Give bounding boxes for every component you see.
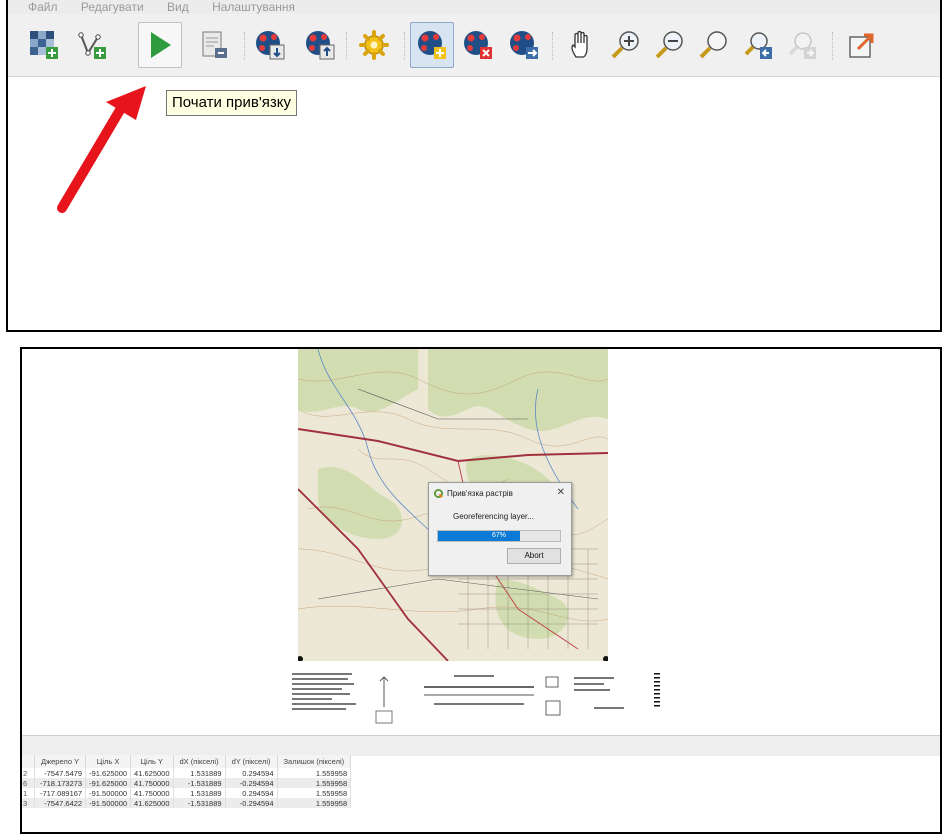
table-cell: -91.500000 (85, 788, 132, 798)
qgis-logo-icon (434, 489, 443, 498)
load-gcp-icon (256, 31, 285, 60)
table-cell: 0.294594 (225, 788, 278, 798)
column-header[interactable]: Джерело Y (34, 755, 87, 768)
gear-icon (359, 30, 389, 60)
zoom-out-icon (655, 31, 683, 59)
zoom-next-icon (788, 32, 816, 59)
georeferencer-window-bottom: Прив'язка растрів ✕ Georeferencing layer… (20, 347, 942, 834)
dialog-title: Прив'язка растрів (447, 489, 513, 498)
vector-node-icon (78, 32, 106, 59)
menu-view[interactable]: Вид (167, 0, 189, 14)
start-georeferencing-button[interactable] (138, 22, 182, 68)
zoom-to-layer-icon (699, 31, 727, 59)
table-cell: -1.531889 (173, 778, 226, 788)
table-cell: 1.559958 (277, 768, 352, 778)
zoom-in-icon (611, 31, 639, 59)
start-georeferencing-icon (151, 32, 171, 58)
menu-file[interactable]: Файл (28, 0, 58, 14)
pan-button[interactable] (560, 22, 604, 68)
close-icon[interactable]: ✕ (557, 487, 565, 498)
link-georeferencer-icon (849, 33, 874, 58)
table-cell: -1.531889 (173, 798, 226, 808)
gcp-table-header: Джерело Y Ціль X Ціль Y dX (пікселі) dY … (22, 755, 352, 768)
delete-point-button[interactable] (456, 22, 500, 68)
column-header[interactable]: Залишок (пікселі) (277, 755, 352, 768)
row-id: 6 (22, 778, 35, 788)
progress-message: Georeferencing layer... (453, 512, 534, 521)
table-cell: 1.531889 (173, 788, 226, 798)
table-cell: -7547.6422 (34, 798, 87, 808)
zoom-out-button[interactable] (648, 22, 692, 68)
table-cell: -91.500000 (85, 798, 132, 808)
table-cell: 41.750000 (130, 788, 174, 798)
gcp-table-toolbar (22, 735, 940, 756)
table-cell: -717.089167 (34, 788, 87, 798)
script-icon (202, 31, 227, 58)
row-id: 1 (22, 788, 35, 798)
open-raster-icon (30, 31, 58, 59)
load-vector-button[interactable] (70, 22, 114, 68)
zoom-last-icon (744, 32, 772, 59)
row-id: 2 (22, 768, 35, 778)
column-header[interactable]: dX (пікселі) (173, 755, 226, 768)
map-legend-area (292, 673, 660, 724)
column-header[interactable]: Ціль Y (130, 755, 174, 768)
table-cell: -91.625000 (85, 768, 132, 778)
row-id: 3 (22, 798, 35, 808)
zoom-in-button[interactable] (604, 22, 648, 68)
gcp-table: Джерело Y Ціль X Ціль Y dX (пікселі) dY … (22, 755, 352, 808)
generate-gdal-script-button[interactable] (192, 22, 236, 68)
menu-edit[interactable]: Редагувати (81, 0, 144, 14)
move-gcp-button[interactable] (502, 22, 546, 68)
delete-point-icon (464, 31, 492, 59)
table-cell: 41.750000 (130, 778, 174, 788)
table-cell: -91.625000 (85, 778, 132, 788)
table-cell: 1.559958 (277, 788, 352, 798)
table-row[interactable]: 6 -718.173273 -91.625000 41.750000 -1.53… (22, 778, 352, 788)
table-cell: -718.173273 (34, 778, 87, 788)
table-cell: -0.294594 (225, 778, 278, 788)
table-cell: 1.531889 (173, 768, 226, 778)
table-cell: 1.559958 (277, 778, 352, 788)
load-gcp-button[interactable] (248, 22, 292, 68)
abort-button[interactable]: Abort (507, 548, 561, 564)
save-gcp-icon (306, 31, 335, 60)
table-row[interactable]: 3 -7547.6422 -91.500000 41.625000 -1.531… (22, 798, 352, 808)
pan-hand-icon (571, 30, 588, 58)
georeferencer-toolbar (8, 14, 940, 77)
add-point-icon (418, 31, 446, 59)
menubar: Файл Редагувати Вид Налаштування (8, 0, 940, 14)
red-arrow-annotation (57, 86, 146, 213)
column-header[interactable]: Ціль X (85, 755, 132, 768)
open-raster-button[interactable] (22, 22, 66, 68)
tooltip-start-georeferencing: Почати прив'язку (166, 90, 297, 116)
zoom-next-button[interactable] (780, 22, 824, 68)
zoom-last-button[interactable] (736, 22, 780, 68)
table-row[interactable]: 1 -717.089167 -91.500000 41.750000 1.531… (22, 788, 352, 798)
column-header-index (22, 755, 35, 768)
menu-settings[interactable]: Налаштування (212, 0, 295, 14)
georeferencer-window-top: Файл Редагувати Вид Налаштування Почати … (6, 0, 942, 332)
table-cell: 41.625000 (130, 768, 174, 778)
table-cell: -0.294594 (225, 798, 278, 808)
column-header[interactable]: dY (пікселі) (225, 755, 278, 768)
georeferencing-progress-dialog: Прив'язка растрів ✕ Georeferencing layer… (428, 482, 572, 576)
add-point-button[interactable] (410, 22, 454, 68)
save-gcp-button[interactable] (298, 22, 342, 68)
progress-bar: 67% (437, 530, 561, 542)
table-cell: 0.294594 (225, 768, 278, 778)
table-cell: 41.625000 (130, 798, 174, 808)
move-gcp-icon (510, 31, 538, 59)
progress-percent-label: 67% (491, 532, 506, 539)
link-georeferencer-button[interactable] (840, 22, 884, 68)
table-cell: 1.559958 (277, 798, 352, 808)
table-row[interactable]: 2 -7547.5479 -91.625000 41.625000 1.5318… (22, 768, 352, 778)
zoom-to-layer-button[interactable] (692, 22, 736, 68)
table-cell: -7547.5479 (34, 768, 87, 778)
transformation-settings-button[interactable] (352, 22, 396, 68)
